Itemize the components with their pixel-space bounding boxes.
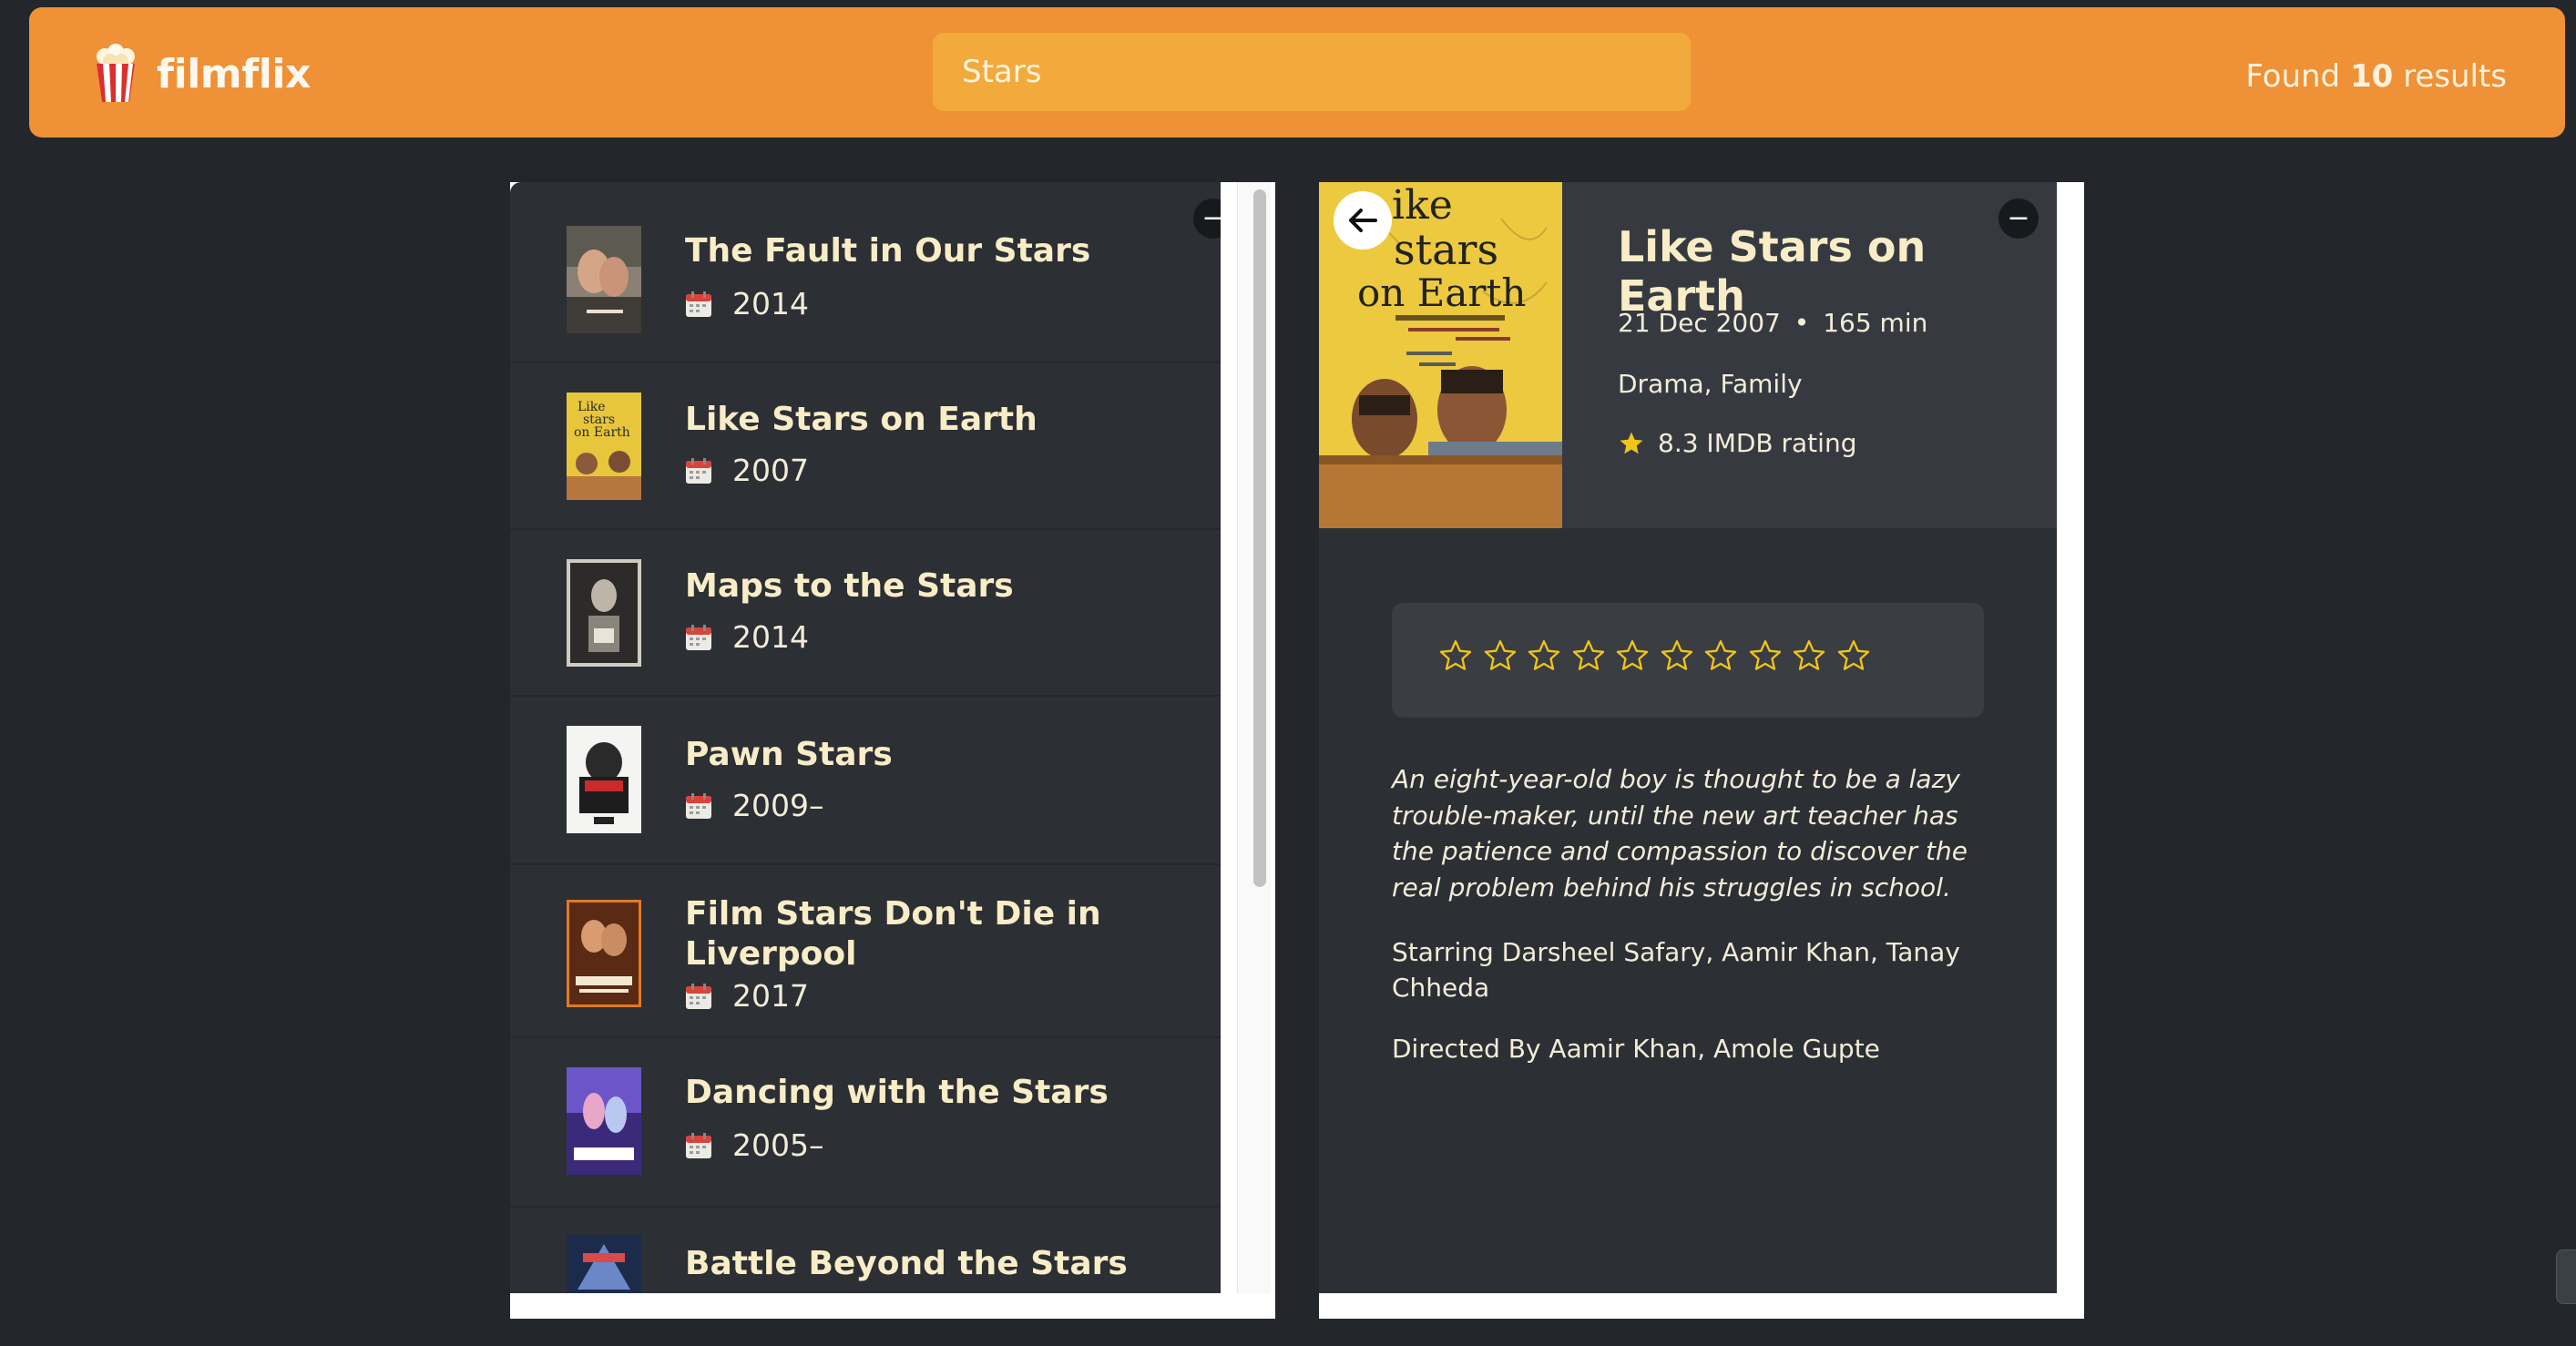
movie-title: Pawn Stars — [685, 736, 893, 773]
movie-year: 2005– — [732, 1127, 824, 1163]
release-date: 21 Dec 2007 — [1618, 308, 1781, 338]
movie-title: The Fault in Our Stars — [685, 232, 1091, 270]
year-row: 2005– — [685, 1127, 823, 1163]
meta-separator: • — [1794, 308, 1810, 338]
year-row: 2009– — [685, 788, 823, 823]
poster-title-line1: ike — [1392, 182, 1453, 229]
calendar-icon — [686, 983, 711, 1009]
year-row: 2017 — [685, 978, 809, 1014]
rating-star-icon[interactable] — [1835, 637, 1872, 674]
movie-year: 2007 — [732, 453, 809, 488]
movie-director: Directed By Aamir Khan, Amole Gupte — [1392, 1034, 1880, 1064]
movie-poster — [567, 900, 641, 1007]
movie-title: Film Stars Don't Die in Liverpool — [685, 895, 1101, 973]
rating-star-icon[interactable] — [1526, 637, 1562, 674]
list-item[interactable]: Like stars on Earth Like Stars on Earth … — [510, 363, 1221, 530]
calendar-icon — [686, 1132, 711, 1158]
rating-star-icon[interactable] — [1702, 637, 1739, 674]
top-bar: filmflix Found 10 results — [29, 7, 2565, 138]
star-icon — [1620, 432, 1643, 454]
movie-poster — [567, 1067, 641, 1175]
movie-year: 2017 — [732, 978, 809, 1014]
popcorn-icon — [97, 44, 135, 102]
release-runtime: 21 Dec 2007 • 165 min — [1618, 308, 1927, 338]
back-button[interactable] — [1334, 191, 1392, 250]
detail-header: ike stars on Earth Like Stars on Earth 2… — [1319, 182, 2057, 528]
rating-star-icon[interactable] — [1614, 637, 1651, 674]
movie-year: 2014 — [732, 619, 809, 655]
rating-star-icon[interactable] — [1570, 637, 1607, 674]
imdb-rating: 8.3 IMDB rating — [1618, 428, 1856, 458]
runtime: 165 min — [1823, 308, 1928, 338]
user-rating-box — [1392, 603, 1984, 718]
logo[interactable]: filmflix — [91, 42, 311, 106]
year-row: 2014 — [685, 619, 809, 655]
movie-poster: Like stars on Earth — [567, 393, 641, 500]
movie-year: 2009– — [732, 788, 824, 823]
movie-poster — [567, 1235, 641, 1293]
results-count: Found 10 results — [2245, 58, 2507, 95]
movie-poster — [567, 559, 641, 667]
rating-star-icon[interactable] — [1482, 637, 1518, 674]
calendar-icon — [686, 457, 711, 484]
movie-detail-frame: ike stars on Earth Like Stars on Earth 2… — [1319, 182, 2084, 1319]
calendar-icon — [686, 624, 711, 650]
rating-star-icon[interactable] — [1659, 637, 1695, 674]
poster-title-line2: stars — [1394, 225, 1498, 274]
list-item[interactable]: Maps to the Stars 2014 — [510, 530, 1221, 697]
results-list[interactable]: The Fault in Our Stars 2014 Like stars o… — [510, 182, 1221, 1293]
movie-poster — [567, 226, 641, 333]
svg-text:on Earth: on Earth — [574, 425, 630, 440]
list-item[interactable]: Dancing with the Stars 2005– — [510, 1038, 1221, 1208]
search-input[interactable] — [933, 33, 1691, 111]
calendar-icon — [686, 291, 711, 317]
minimize-button[interactable]: − — [1998, 199, 2039, 239]
list-item[interactable]: Pawn Stars 2009– — [510, 697, 1221, 865]
movie-detail: ike stars on Earth Like Stars on Earth 2… — [1319, 182, 2057, 1293]
user-rating-stars[interactable] — [1437, 637, 1879, 674]
poster-title-line3: on Earth — [1357, 270, 1526, 315]
year-row: 2014 — [685, 286, 809, 321]
genre: Drama, Family — [1618, 369, 1803, 399]
results-suffix: results — [2403, 58, 2507, 95]
movie-title: Battle Beyond the Stars — [685, 1245, 1128, 1282]
imdb-rating-text: 8.3 IMDB rating — [1658, 428, 1857, 458]
results-prefix: Found — [2245, 58, 2341, 95]
calendar-icon — [686, 792, 711, 819]
side-panel-tab[interactable] — [2556, 1249, 2576, 1304]
year-row: 2007 — [685, 453, 809, 488]
rating-star-icon[interactable] — [1747, 637, 1784, 674]
results-list-frame: The Fault in Our Stars 2014 Like stars o… — [510, 182, 1275, 1319]
list-item[interactable]: The Fault in Our Stars 2014 — [510, 182, 1221, 363]
results-number: 10 — [2349, 58, 2394, 95]
movie-plot: An eight-year-old boy is thought to be a… — [1392, 764, 1968, 902]
movie-title: Dancing with the Stars — [685, 1074, 1109, 1111]
scrollbar-thumb[interactable] — [1253, 189, 1266, 887]
list-item[interactable]: Battle Beyond the Stars — [510, 1208, 1221, 1293]
rating-star-icon[interactable] — [1437, 637, 1474, 674]
movie-poster — [567, 726, 641, 833]
movie-cast: Starring Darsheel Safary, Aamir Khan, Ta… — [1392, 937, 1960, 1003]
arrow-left-icon — [1349, 209, 1377, 232]
movie-title: Like Stars on Earth — [685, 401, 1038, 438]
app-name: filmflix — [157, 50, 311, 97]
movie-title: Like Stars on Earth — [1618, 222, 1927, 321]
rating-star-icon[interactable] — [1791, 637, 1827, 674]
movie-title: Maps to the Stars — [685, 567, 1014, 605]
list-item[interactable]: Film Stars Don't Die in Liverpool 2017 — [510, 865, 1221, 1038]
movie-year: 2014 — [732, 286, 809, 321]
